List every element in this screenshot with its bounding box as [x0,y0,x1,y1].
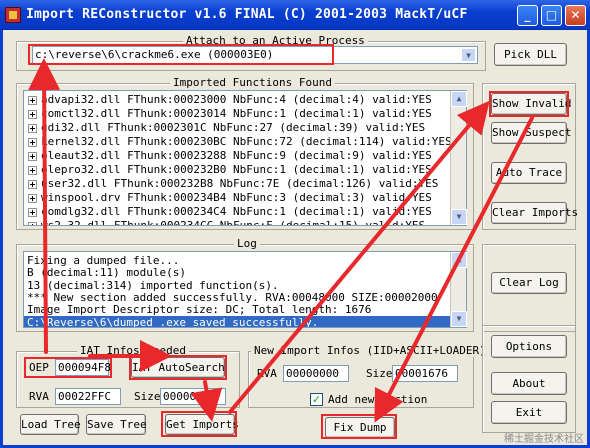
arrow-to-show-invalid [228,100,490,414]
arrow-to-fix-dump [374,116,534,423]
arrow-to-process [28,58,61,354]
watermark: 稀土掘金技术社区 [504,434,584,445]
arrow-to-get-imports [190,380,223,422]
annotation-arrows [28,58,534,423]
